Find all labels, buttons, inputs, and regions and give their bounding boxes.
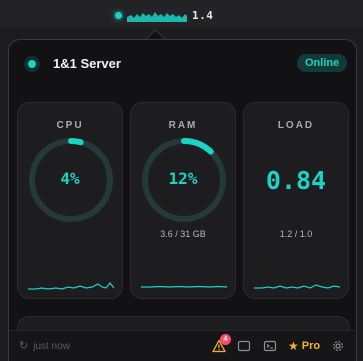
ram-label: RAM	[168, 120, 198, 131]
server-header: 1&1 Server Online	[9, 40, 356, 88]
server-name: 1&1 Server	[53, 56, 121, 71]
alert-count-badge: 4	[220, 334, 231, 345]
cpu-sparkline	[28, 282, 114, 290]
load-value: 0.84	[265, 166, 327, 195]
cpu-value: 4%	[60, 169, 80, 188]
status-badge: Online	[297, 54, 348, 72]
load-label: LOAD	[277, 120, 315, 131]
footer-bar: ↻ just now 4 ★ Pro	[9, 330, 356, 361]
cpu-card[interactable]: CPU 4%	[17, 102, 123, 299]
window-icon[interactable]	[237, 339, 251, 353]
ram-card[interactable]: RAM 12% 3.6 / 31 GB	[130, 102, 236, 299]
pro-label: Pro	[301, 340, 321, 352]
menubar-sparkline	[127, 12, 187, 22]
gear-icon[interactable]	[331, 339, 345, 353]
load-averages: 1.2 / 1.0	[279, 229, 313, 239]
ram-sparkline	[141, 285, 227, 288]
ram-usage-detail: 3.6 / 31 GB	[160, 229, 206, 239]
pro-button[interactable]: ★ Pro	[288, 339, 320, 353]
ram-value: 12%	[168, 169, 198, 188]
status-dot-icon	[115, 11, 122, 19]
refresh-status[interactable]: ↻ just now	[19, 340, 70, 352]
star-icon: ★	[288, 339, 299, 353]
online-indicator-icon	[28, 60, 36, 68]
cpu-label: CPU	[56, 120, 84, 131]
menubar-load-value: 1.4	[192, 8, 214, 22]
menubar-status-item[interactable]: 1.4	[115, 7, 213, 23]
last-updated: just now	[33, 340, 70, 352]
menu-bar: 1.4	[0, 0, 363, 28]
terminal-icon[interactable]	[263, 339, 277, 353]
load-card[interactable]: LOAD 0.84 1.2 / 1.0	[243, 102, 349, 299]
refresh-icon: ↻	[19, 339, 29, 352]
server-popover: 1&1 Server Online CPU 4% RAM 12% 3.6 / 3…	[8, 39, 357, 361]
load-sparkline	[254, 284, 340, 289]
